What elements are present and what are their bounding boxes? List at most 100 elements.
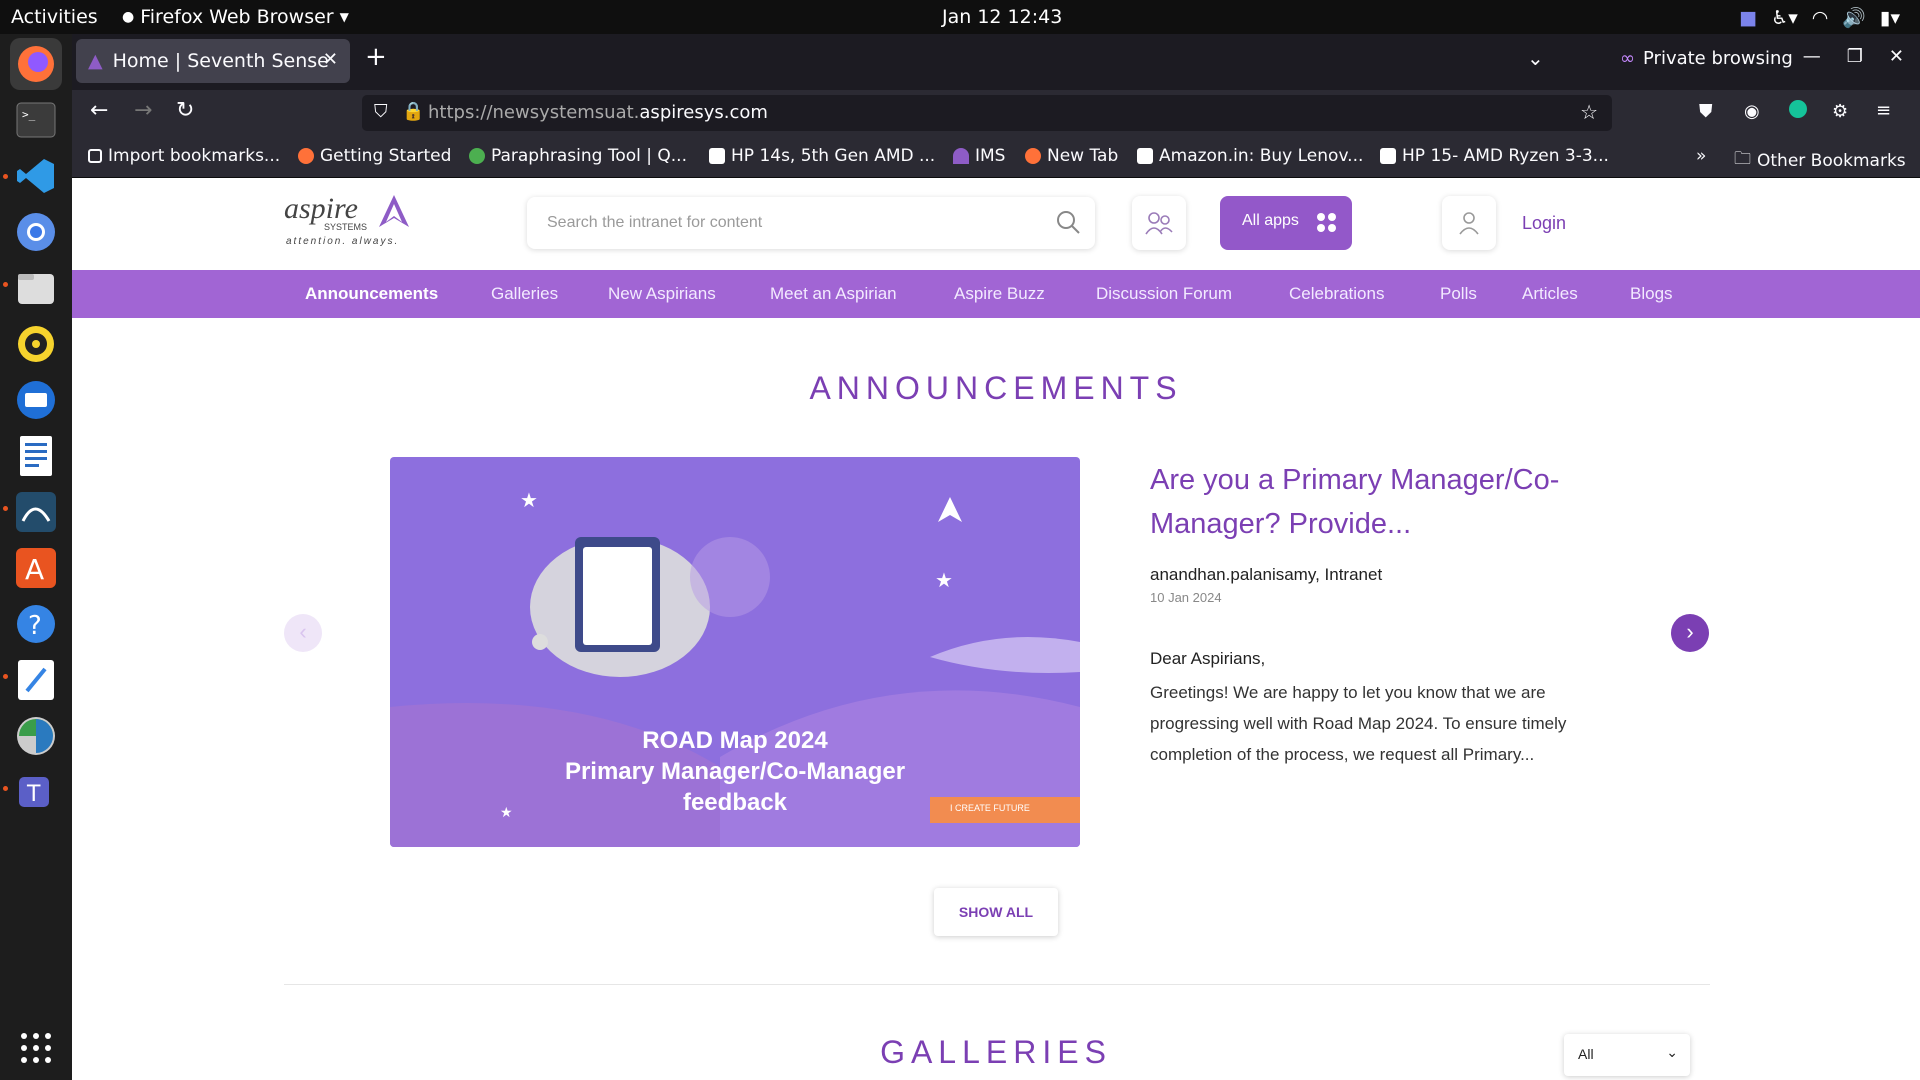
firefox-small-icon: ● — [122, 9, 135, 25]
bookmark-item[interactable]: Paraphrasing Tool | Q... — [469, 146, 687, 166]
rhythmbox-dock-icon[interactable] — [10, 318, 62, 370]
chevron-down-icon: ▼ — [339, 10, 349, 24]
svg-text:>_: >_ — [22, 108, 36, 121]
restore-icon[interactable]: ❐ — [1847, 46, 1863, 67]
svg-text:A: A — [25, 553, 44, 586]
extensions-icon[interactable]: ⚙ — [1832, 101, 1848, 122]
carousel-next-button[interactable]: › — [1671, 614, 1709, 652]
menu-item-meet-an-aspirian[interactable]: Meet an Aspirian — [770, 284, 897, 304]
menu-item-polls[interactable]: Polls — [1440, 284, 1477, 304]
announcement-date: 10 Jan 2024 — [1150, 590, 1222, 605]
bookmark-label: Import bookmarks... — [108, 146, 281, 166]
other-bookmarks[interactable]: 🗀 Other Bookmarks — [1734, 146, 1906, 175]
show-apps-grid-icon[interactable] — [10, 1022, 62, 1074]
account-icon[interactable]: ◉ — [1744, 101, 1760, 122]
user-profile-button[interactable] — [1442, 196, 1496, 250]
site-main-menu: Announcements Galleries New Aspirians Me… — [72, 270, 1920, 318]
menu-item-aspire-buzz[interactable]: Aspire Buzz — [954, 284, 1045, 304]
tab-bar: ▲ Home | Seventh Sense ✕ + ⌄ ∞ Private b… — [72, 34, 1920, 90]
announcement-banner-image[interactable]: ★ ★ ★ ROAD Map 2024 Primary Manager/Co-M… — [390, 457, 1080, 847]
new-tab-button[interactable]: + — [365, 42, 387, 72]
bookmark-label: Amazon.in: Buy Lenov... — [1159, 146, 1364, 166]
site-favicon-icon: ▲ — [88, 50, 103, 72]
bookmark-label: Paraphrasing Tool | Q... — [491, 146, 687, 166]
aspire-logo[interactable]: aspire SYSTEMS attention. always. — [284, 192, 414, 252]
bookmark-item[interactable]: Amazon.in: Buy Lenov... — [1137, 146, 1363, 166]
bookmark-item[interactable]: Import bookmarks... — [88, 146, 280, 166]
firefox-favicon-icon — [1025, 148, 1041, 164]
bookmark-favicon-icon — [88, 149, 102, 163]
login-link[interactable]: Login — [1522, 213, 1566, 234]
teams-dock-icon[interactable]: T — [10, 766, 62, 818]
people-button[interactable] — [1132, 196, 1186, 250]
bookmark-label: Getting Started — [320, 146, 452, 166]
show-all-button[interactable]: SHOW ALL — [934, 888, 1058, 936]
wifi-icon: ◠ — [1811, 6, 1829, 29]
reload-icon[interactable]: ↻ — [176, 98, 194, 123]
chromium-dock-icon[interactable] — [10, 206, 62, 258]
firefox-favicon-icon — [298, 148, 314, 164]
quillbot-favicon-icon — [469, 148, 485, 164]
battery-icon: ▮▾ — [1880, 6, 1900, 29]
chevron-down-icon: ⌄ — [1666, 1044, 1678, 1060]
accessibility-icon[interactable]: ♿▾ — [1771, 7, 1798, 29]
user-icon — [1459, 212, 1479, 235]
files-dock-icon[interactable] — [10, 262, 62, 314]
text-editor-dock-icon[interactable] — [10, 654, 62, 706]
network-dock-icon[interactable] — [10, 710, 62, 762]
vscode-dock-icon[interactable] — [10, 150, 62, 202]
clock[interactable]: Jan 12 12:43 — [942, 6, 1062, 28]
search-icon[interactable] — [1055, 209, 1081, 235]
bookmark-item[interactable]: Getting Started — [298, 146, 451, 166]
carousel-prev-button[interactable]: ‹ — [284, 614, 322, 652]
bookmark-item[interactable]: IMS — [953, 146, 1005, 166]
announcement-title-link[interactable]: Are you a Primary Manager/Co-Manager? Pr… — [1150, 458, 1610, 546]
system-tray[interactable]: ■ ♿▾ ◠ 🔊 ▮▾ — [1739, 6, 1900, 30]
menu-item-new-aspirians[interactable]: New Aspirians — [608, 284, 716, 304]
window-controls: — ❐ ✕ — [1803, 46, 1904, 67]
menu-item-galleries[interactable]: Galleries — [491, 284, 558, 304]
forward-arrow-icon[interactable]: → — [134, 98, 152, 123]
teams-tray-icon[interactable]: ■ — [1739, 7, 1757, 29]
menu-item-celebrations[interactable]: Celebrations — [1289, 284, 1384, 304]
more-bookmarks-chevron-icon[interactable]: » — [1696, 146, 1706, 166]
grammarly-icon[interactable] — [1788, 99, 1808, 125]
shield-icon[interactable]: ⛉ — [374, 101, 388, 122]
activities-button[interactable]: Activities — [11, 6, 98, 28]
menu-item-discussion-forum[interactable]: Discussion Forum — [1096, 284, 1232, 304]
mysql-workbench-dock-icon[interactable] — [10, 486, 62, 538]
tab-home[interactable]: ▲ Home | Seventh Sense ✕ — [76, 39, 350, 83]
menu-item-articles[interactable]: Articles — [1522, 284, 1578, 304]
private-mask-icon: ∞ — [1620, 48, 1635, 69]
lock-icon[interactable]: 🔒 — [402, 101, 424, 122]
close-tab-icon[interactable]: ✕ — [323, 49, 338, 70]
writer-dock-icon[interactable] — [10, 430, 62, 482]
url-bar[interactable]: ⛉ 🔒 https://newsystemsuat.aspiresys.com … — [362, 95, 1612, 131]
bookmark-item[interactable]: New Tab — [1025, 146, 1118, 166]
bookmark-star-icon[interactable]: ☆ — [1580, 100, 1598, 124]
galleries-filter-select[interactable]: All ⌄ — [1564, 1034, 1690, 1076]
all-apps-button[interactable]: All apps — [1220, 196, 1352, 250]
thunderbird-dock-icon[interactable] — [10, 374, 62, 426]
menu-item-blogs[interactable]: Blogs — [1630, 284, 1673, 304]
help-dock-icon[interactable]: ? — [10, 598, 62, 650]
app-name: Firefox Web Browser — [140, 6, 334, 28]
menu-hamburger-icon[interactable]: ≡ — [1876, 100, 1891, 121]
minimize-icon[interactable]: — — [1803, 46, 1821, 67]
bookmark-item[interactable]: HP 14s, 5th Gen AMD ... — [709, 146, 935, 166]
terminal-dock-icon[interactable]: >_ — [10, 94, 62, 146]
pocket-icon[interactable]: ⛊ — [1699, 101, 1713, 122]
app-center-dock-icon[interactable]: A — [10, 542, 62, 594]
tab-title: Home | Seventh Sense — [112, 50, 329, 72]
chevron-right-icon: › — [1686, 619, 1694, 644]
back-arrow-icon[interactable]: ← — [90, 98, 108, 123]
app-menu[interactable]: ● Firefox Web Browser ▼ — [122, 6, 349, 28]
menu-item-announcements[interactable]: Announcements — [305, 284, 438, 304]
list-all-tabs-icon[interactable]: ⌄ — [1527, 46, 1544, 70]
close-window-icon[interactable]: ✕ — [1889, 46, 1904, 67]
url-text[interactable]: https://newsystemsuat.aspiresys.com — [428, 102, 768, 123]
firefox-dock-icon[interactable] — [10, 38, 62, 90]
intranet-search-input[interactable]: Search the intranet for content — [527, 197, 1095, 249]
apps-grid-icon — [1317, 213, 1336, 232]
bookmark-item[interactable]: HP 15- AMD Ryzen 3-3... — [1380, 146, 1609, 166]
